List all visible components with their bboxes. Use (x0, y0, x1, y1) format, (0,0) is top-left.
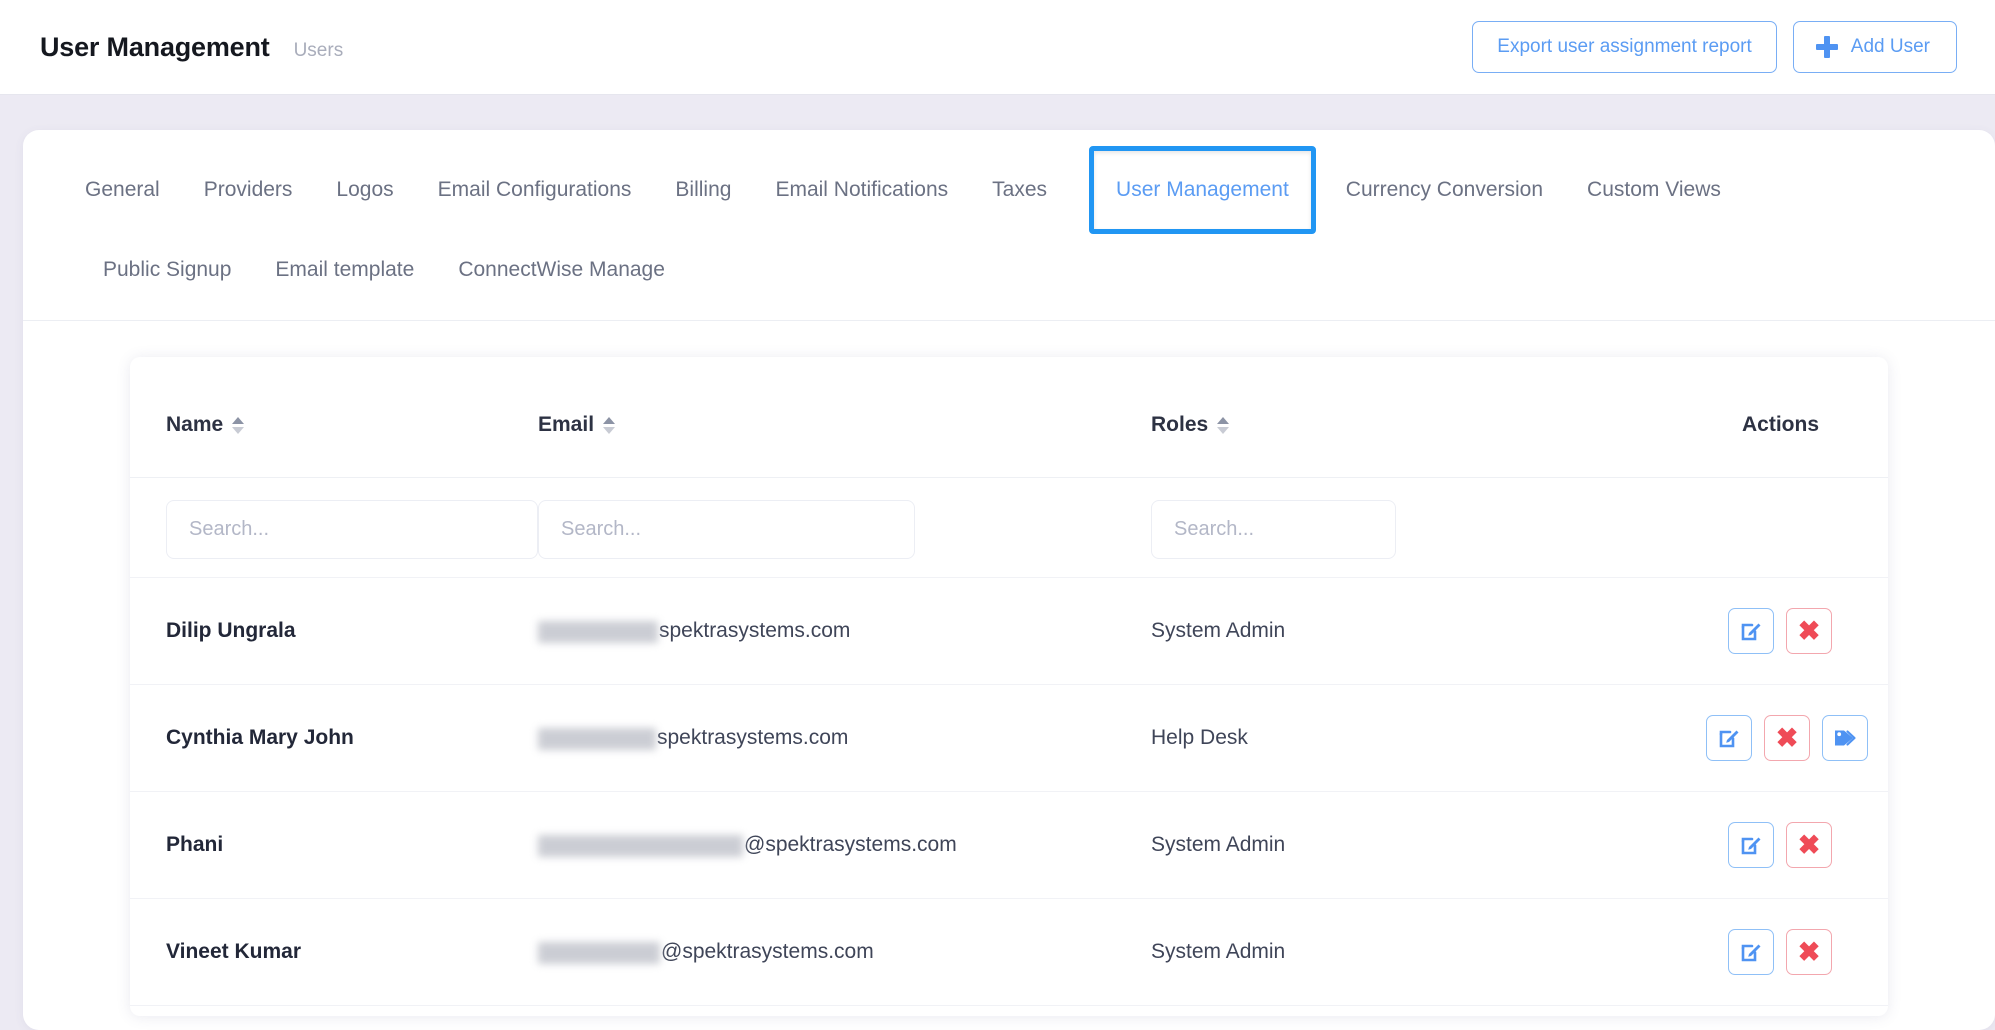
tag-icon (1835, 730, 1856, 746)
column-header-name-label: Name (166, 413, 224, 436)
tab-navigation: General Providers Logos Email Configurat… (23, 130, 1995, 321)
table-row: Phani @spektrasystems.com System Admin ✖ (130, 791, 1888, 899)
sort-icon-email[interactable] (603, 416, 616, 434)
cell-user-email: spektrasystems.com (538, 684, 1151, 792)
edit-icon (1719, 730, 1739, 748)
column-header-roles-label: Roles (1151, 413, 1209, 436)
close-icon: ✖ (1797, 936, 1821, 967)
column-header-roles[interactable]: Roles (1151, 357, 1568, 478)
delete-user-button[interactable]: ✖ (1786, 929, 1832, 975)
cell-user-roles: System Admin (1151, 898, 1568, 1006)
delete-user-button[interactable]: ✖ (1786, 608, 1832, 654)
header-actions: Export user assignment report Add User (1472, 21, 1957, 73)
tab-email-notifications[interactable]: Email Notifications (753, 166, 970, 214)
filter-cell-name (130, 477, 538, 578)
cell-user-name: Vineet Kumar (130, 898, 538, 1006)
page-title: User Management (40, 31, 270, 62)
header-left-group: User Management Users (40, 32, 343, 63)
settings-card: General Providers Logos Email Configurat… (23, 130, 1995, 1030)
tab-row-secondary: Public Signup Email template ConnectWise… (23, 246, 1995, 294)
column-header-actions-label: Actions (1742, 413, 1820, 436)
cell-user-name: Phani (130, 791, 538, 899)
redacted-email-prefix (538, 942, 660, 964)
breadcrumb: Users (293, 39, 344, 61)
export-button-label: Export user assignment report (1497, 36, 1752, 57)
column-header-actions: Actions (1568, 357, 1888, 478)
column-header-name[interactable]: Name (130, 357, 538, 478)
cell-user-name: Dilip Ungrala (130, 577, 538, 685)
tab-logos[interactable]: Logos (314, 166, 415, 214)
add-user-button-label: Add User (1850, 36, 1930, 57)
cell-user-actions: ✖ (1568, 684, 1888, 792)
table-row: Dilip Ungrala spektrasystems.com System … (130, 577, 1888, 685)
add-user-button[interactable]: Add User (1792, 21, 1957, 73)
export-user-assignment-report-button[interactable]: Export user assignment report (1472, 21, 1777, 73)
email-domain: @spektrasystems.com (744, 833, 957, 856)
delete-user-button[interactable]: ✖ (1786, 822, 1832, 868)
users-table: Name Email Roles Actions Search... Searc… (130, 357, 1888, 1006)
cell-user-email: @spektrasystems.com (538, 898, 1151, 1006)
cell-user-roles: System Admin (1151, 577, 1568, 685)
tab-email-template[interactable]: Email template (253, 246, 436, 294)
tab-connectwise-manage[interactable]: ConnectWise Manage (436, 246, 687, 294)
tab-email-configurations[interactable]: Email Configurations (416, 166, 654, 214)
cell-user-actions: ✖ (1568, 577, 1888, 685)
tab-user-management[interactable]: User Management (1089, 146, 1316, 234)
edit-user-button[interactable] (1706, 715, 1752, 761)
close-icon: ✖ (1797, 615, 1821, 646)
table-row: Cynthia Mary John spektrasystems.com Hel… (130, 684, 1888, 792)
delete-user-button[interactable]: ✖ (1764, 715, 1810, 761)
edit-icon (1741, 944, 1761, 962)
table-filter-row (130, 477, 1888, 578)
search-input-roles[interactable] (1151, 500, 1396, 559)
cell-user-email: spektrasystems.com (538, 577, 1151, 685)
filter-cell-actions (1568, 477, 1888, 578)
cell-user-actions: ✖ (1568, 791, 1888, 899)
tab-taxes[interactable]: Taxes (970, 166, 1069, 214)
edit-user-button[interactable] (1728, 822, 1774, 868)
filter-cell-email (538, 477, 1151, 578)
redacted-email-prefix (538, 835, 743, 857)
cell-user-roles: System Admin (1151, 791, 1568, 899)
tab-currency-conversion[interactable]: Currency Conversion (1324, 166, 1565, 214)
email-domain: spektrasystems.com (659, 619, 851, 642)
users-table-header: Name Email Roles Actions (130, 357, 1888, 478)
tab-providers[interactable]: Providers (182, 166, 315, 214)
filter-cell-roles (1151, 477, 1568, 578)
close-icon: ✖ (1797, 829, 1821, 860)
assign-tag-button[interactable] (1822, 715, 1868, 761)
search-input-name[interactable] (166, 500, 538, 559)
search-input-email[interactable] (538, 500, 915, 559)
tab-row-primary: General Providers Logos Email Configurat… (23, 146, 1995, 234)
edit-user-button[interactable] (1728, 929, 1774, 975)
redacted-email-prefix (538, 621, 658, 643)
tab-public-signup[interactable]: Public Signup (81, 246, 253, 294)
sort-icon-roles[interactable] (1217, 416, 1230, 434)
email-domain: @spektrasystems.com (661, 940, 874, 963)
cell-user-roles: Help Desk (1151, 684, 1568, 792)
edit-icon (1741, 837, 1761, 855)
column-header-email-label: Email (538, 413, 595, 436)
tab-custom-views[interactable]: Custom Views (1565, 166, 1743, 214)
users-table-card: Name Email Roles Actions Search... Searc… (130, 357, 1888, 1016)
edit-icon (1741, 623, 1761, 641)
edit-user-button[interactable] (1728, 608, 1774, 654)
plus-icon (1815, 36, 1838, 58)
sort-icon-name[interactable] (232, 416, 245, 434)
redacted-email-prefix (538, 728, 656, 750)
cell-user-email: @spektrasystems.com (538, 791, 1151, 899)
users-table-body: Dilip Ungrala spektrasystems.com System … (130, 477, 1888, 1006)
tab-billing[interactable]: Billing (653, 166, 753, 214)
cell-user-actions: ✖ (1568, 898, 1888, 1006)
table-row: Vineet Kumar @spektrasystems.com System … (130, 898, 1888, 1006)
app-header: User Management Users Export user assign… (0, 0, 1995, 95)
tab-general[interactable]: General (63, 166, 182, 214)
email-domain: spektrasystems.com (657, 726, 849, 749)
cell-user-name: Cynthia Mary John (130, 684, 538, 792)
column-header-email[interactable]: Email (538, 357, 1151, 478)
close-icon: ✖ (1775, 722, 1799, 753)
